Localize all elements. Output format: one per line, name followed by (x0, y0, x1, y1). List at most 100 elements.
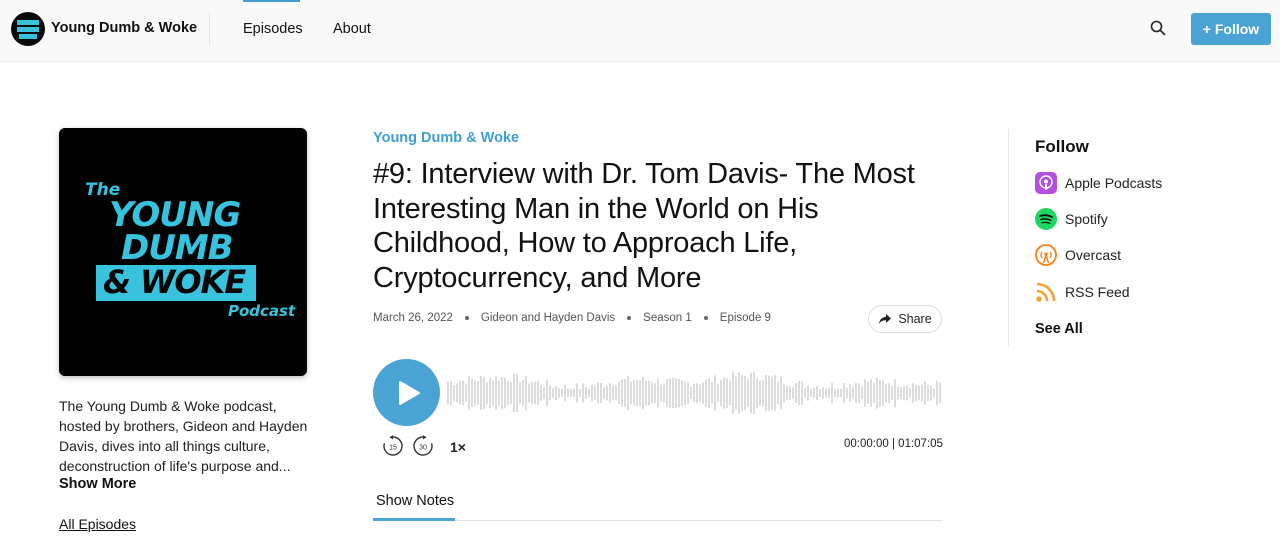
follow-panel-divider (1008, 129, 1009, 346)
nav-episodes[interactable]: Episodes (243, 21, 303, 37)
tabs-baseline (373, 520, 942, 521)
waveform-bar (510, 382, 512, 404)
show-more-link[interactable]: Show More (59, 476, 136, 492)
waveform-bar (795, 382, 797, 404)
waveform-bar (888, 383, 890, 403)
waveform-bar (474, 380, 476, 406)
waveform-bar (732, 372, 734, 414)
waveform-bar (495, 375, 497, 411)
brand-name[interactable]: Young Dumb & Woke (51, 20, 197, 36)
waveform-bar (825, 388, 827, 398)
waveform-bar (882, 380, 884, 406)
waveform-bar (639, 380, 641, 406)
waveform-bar (666, 379, 668, 407)
waveform-bar (528, 383, 530, 403)
waveform-bar (804, 388, 806, 398)
waveform-bar (918, 385, 920, 401)
platform-label: RSS Feed (1065, 284, 1130, 300)
waveform-bar (723, 377, 725, 409)
episode-podcast-name[interactable]: Young Dumb & Woke (373, 130, 519, 146)
share-label: Share (898, 312, 932, 326)
waveform-bar (903, 386, 905, 400)
top-navigation-bar: Young Dumb & Woke Episodes About + Follo… (0, 0, 1280, 62)
waveform-bar (669, 378, 671, 408)
waveform-bar (477, 381, 479, 405)
waveform-bar (513, 373, 515, 413)
waveform-bar (549, 385, 551, 401)
platform-overcast[interactable]: Overcast (1035, 243, 1121, 267)
search-icon[interactable] (1150, 20, 1166, 36)
play-button[interactable] (373, 359, 440, 426)
skip-back-15-icon[interactable]: 15 (381, 434, 405, 458)
waveform-bar (483, 376, 485, 410)
waveform-bar (855, 382, 857, 404)
spotify-icon (1035, 208, 1057, 230)
waveform-bar (870, 379, 872, 407)
waveform-bar (642, 376, 644, 410)
waveform-bar (729, 380, 731, 406)
platform-rss-feed[interactable]: RSS Feed (1035, 280, 1130, 304)
waveform-bar (822, 387, 824, 399)
waveform-bar (726, 378, 728, 408)
tab-show-notes[interactable]: Show Notes (376, 493, 454, 509)
waveform-bar (582, 383, 584, 403)
all-episodes-link[interactable]: All Episodes (59, 516, 136, 532)
waveform-bar (552, 388, 554, 398)
waveform-bar (834, 388, 836, 398)
current-time: 00:00:00 (844, 438, 889, 450)
waveform-bar (633, 380, 635, 406)
platform-apple-podcasts[interactable]: Apple Podcasts (1035, 171, 1162, 195)
skip-forward-label: 30 (419, 445, 427, 452)
follow-button[interactable]: + Follow (1191, 13, 1271, 45)
waveform-bar (570, 388, 572, 398)
waveform-bar (744, 375, 746, 411)
waveform-bar (702, 382, 704, 404)
skip-forward-30-icon[interactable]: 30 (411, 434, 435, 458)
waveform-bar (843, 383, 845, 403)
waveform-bar (618, 382, 620, 404)
waveform-bar (603, 387, 605, 399)
episode-duration: 01:07:05 (898, 438, 943, 450)
waveform-bar (696, 383, 698, 403)
waveform-bar (858, 383, 860, 403)
waveform-bar (663, 383, 665, 403)
podcast-logo[interactable] (11, 12, 45, 46)
waveform-bar (816, 386, 818, 400)
waveform-bar (573, 389, 575, 397)
waveform-bar (579, 389, 581, 397)
waveform-bar (594, 386, 596, 400)
waveform-bar (894, 378, 896, 408)
waveform-bar (852, 386, 854, 400)
waveform-bar (450, 380, 452, 406)
audio-waveform[interactable] (447, 372, 942, 414)
waveform-bar (591, 384, 593, 402)
follow-heading: Follow (1035, 137, 1089, 156)
cover-text-young: YOUNG (109, 195, 241, 235)
platform-spotify[interactable]: Spotify (1035, 207, 1108, 231)
waveform-bar (504, 377, 506, 409)
waveform-bar (780, 376, 782, 410)
waveform-bar (525, 375, 527, 411)
waveform-bar (879, 379, 881, 407)
waveform-bar (648, 380, 650, 406)
waveform-bar (783, 383, 785, 403)
episode-date: March 26, 2022 (373, 312, 453, 324)
waveform-bar (753, 372, 755, 414)
waveform-bar (492, 380, 494, 406)
waveform-bar (786, 385, 788, 401)
waveform-bar (657, 378, 659, 408)
waveform-bar (651, 382, 653, 404)
waveform-bar (636, 379, 638, 407)
waveform-bar (792, 387, 794, 399)
waveform-bar (831, 382, 833, 404)
waveform-bar (789, 386, 791, 400)
waveform-bar (567, 388, 569, 398)
nav-about[interactable]: About (333, 21, 371, 37)
playback-speed-button[interactable]: 1× (450, 439, 466, 455)
waveform-bar (897, 386, 899, 400)
waveform-bar (501, 376, 503, 410)
waveform-bar (465, 384, 467, 402)
share-button[interactable]: Share (868, 305, 942, 333)
see-all-link[interactable]: See All (1035, 321, 1083, 337)
waveform-bar (927, 384, 929, 402)
